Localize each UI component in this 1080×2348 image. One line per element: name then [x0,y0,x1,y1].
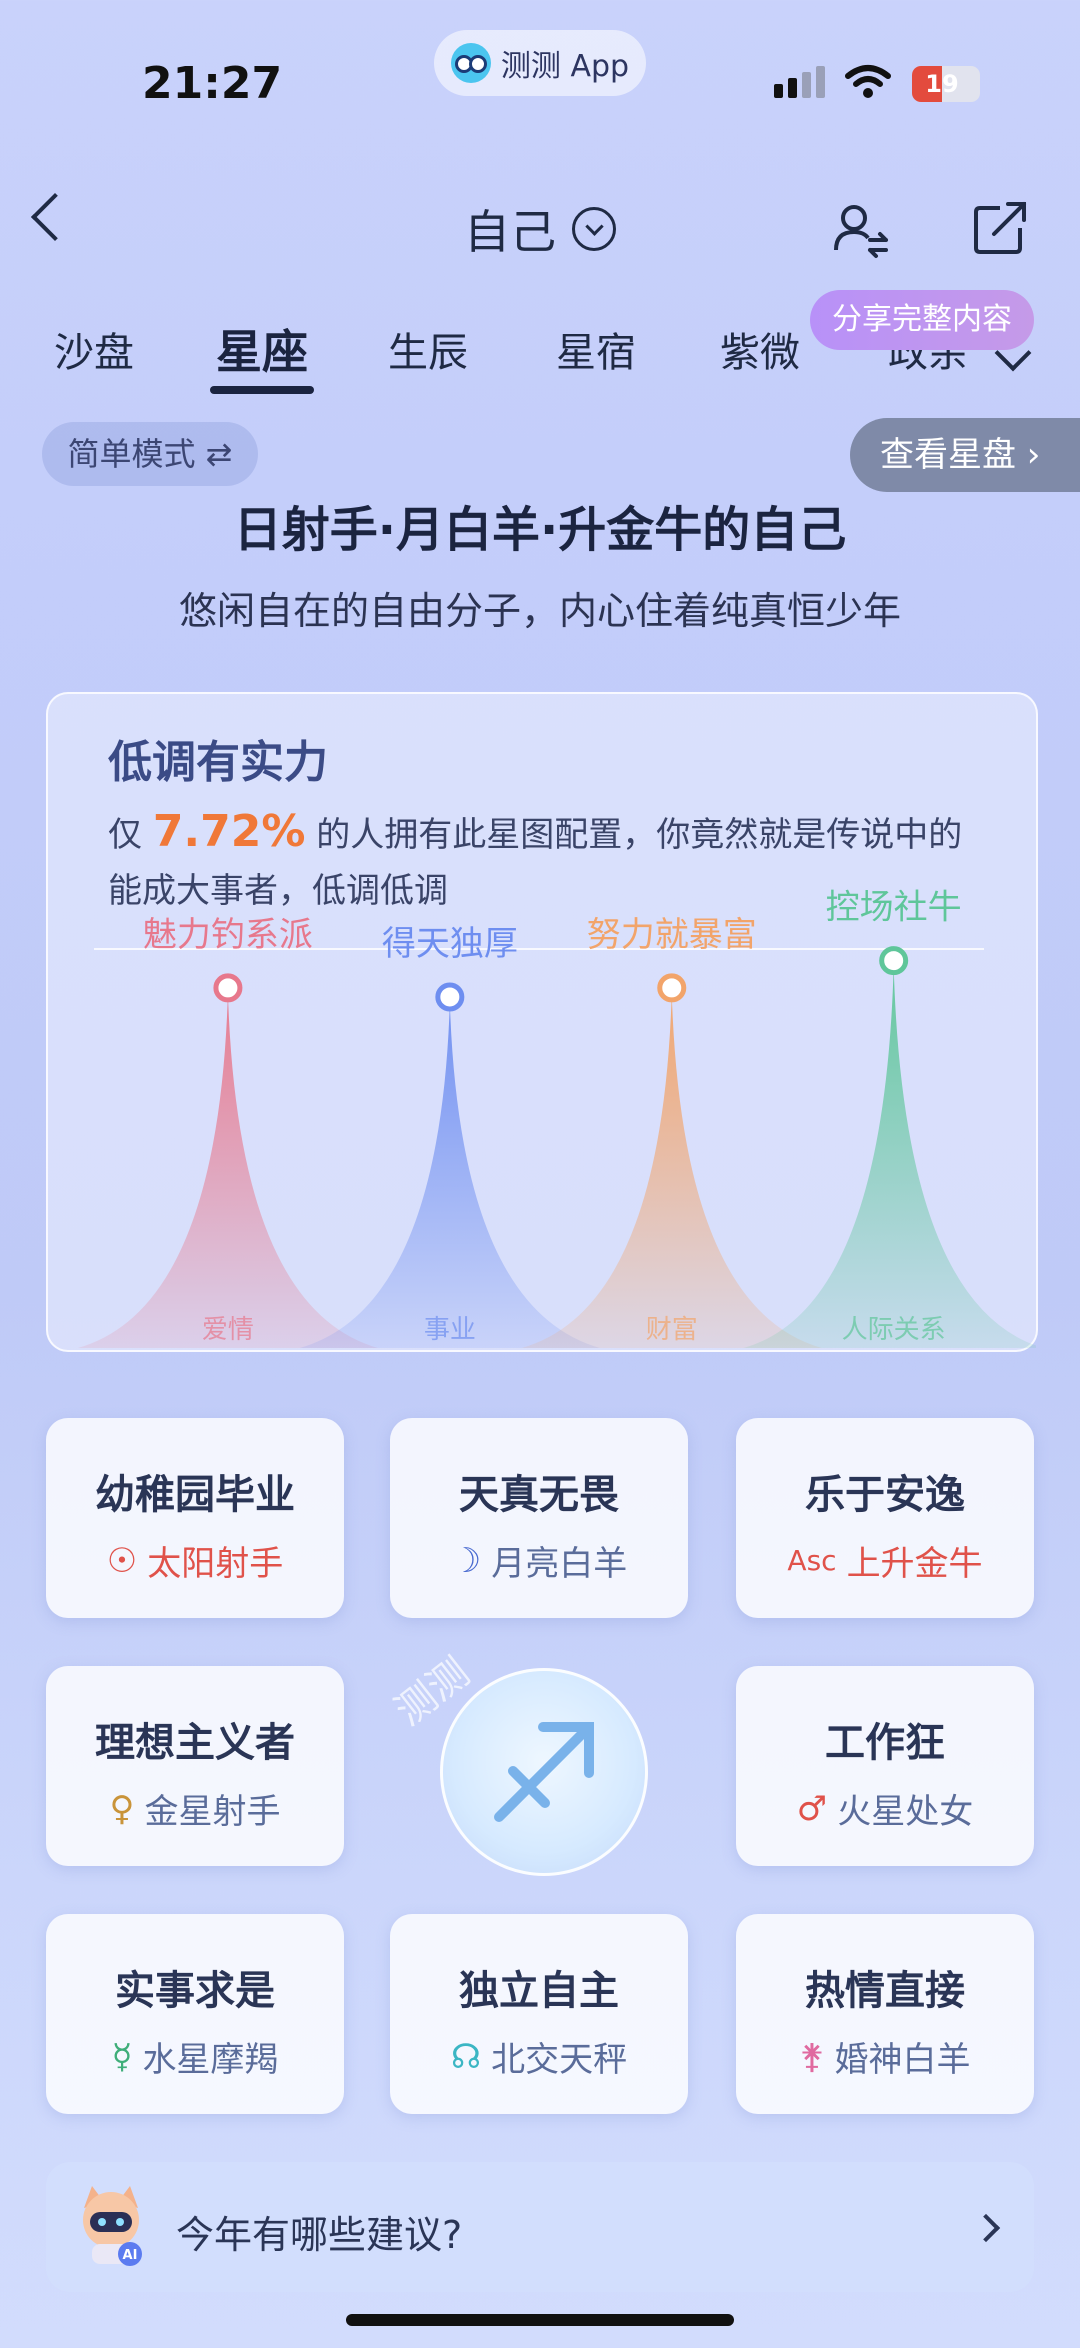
share-icon[interactable] [970,198,1030,258]
trait-placement-label: 北交天秤 [491,2040,628,2080]
summary-card: 低调有实力 仅 7.72% 的人拥有此星图配置，你竟然就是传说中的能成大事者，低… [46,692,1038,1352]
moon-icon: ☽ [450,1540,482,1581]
app-pill[interactable]: 测测 App [434,30,646,96]
chevron-right-icon [971,2213,1001,2243]
tab-sandbox[interactable]: 沙盘 [54,320,134,378]
wifi-icon [845,65,891,98]
peak-label-2: 努力就暴富 [587,915,757,955]
trait-juno-tile[interactable]: 热情直接 ⚵ 婚神白羊 [736,1914,1034,2114]
peak-3 [743,966,1036,1348]
status-time: 21:27 [142,58,283,109]
trait-placement: ☊ 北交天秤 [390,2032,688,2081]
trait-placement-label: 婚神白羊 [834,2040,971,2080]
trait-title: 天真无畏 [459,1472,619,1518]
profile-selector[interactable]: 自己 [0,196,1080,262]
peak-label-3: 控场社牛 [826,888,962,928]
category-label-0: 爱情 [202,1315,254,1345]
category-label-1: 事业 [424,1315,476,1345]
peak-label-0: 魅力钓系派 [143,915,313,955]
trait-title: 理想主义者 [95,1720,295,1766]
page-title: 自己 [464,205,556,259]
trait-placement: ☽ 月亮白羊 [390,1536,688,1585]
trait-placement: ♂ 火星处女 [736,1784,1034,1833]
peak-0 [77,993,378,1348]
trait-placement: Asc 上升金牛 [736,1536,1034,1585]
trait-placement: ⚵ 婚神白羊 [736,2032,1034,2081]
venus-icon: ♀ [109,1788,135,1829]
battery-level: 19 [925,70,959,98]
chevron-down-icon [572,207,616,251]
trait-title: 实事求是 [115,1968,275,2014]
trait-title: 独立自主 [459,1968,619,2014]
peak-marker-0 [213,973,243,1003]
trait-placement-label: 上升金牛 [846,1544,983,1584]
trait-title: 乐于安逸 [805,1472,965,1518]
ask-question-text: 今年有哪些建议? [176,2213,463,2257]
ascendant-icon: Asc [787,1544,837,1577]
sagittarius-icon [440,1668,648,1876]
ask-suggestion-bar[interactable]: AI 今年有哪些建议? [46,2162,1034,2292]
tab-ziwei[interactable]: 紫微 [720,320,800,378]
juno-icon: ⚵ [799,2036,825,2077]
simple-mode-toggle[interactable]: 简单模式 ⇄ [42,422,258,486]
trait-title: 工作狂 [825,1720,945,1766]
peak-2 [521,993,822,1348]
trait-placement-label: 水星摩羯 [142,2040,279,2080]
trait-placement: ♀ 金星射手 [46,1784,344,1833]
mercury-icon: ☿ [111,2036,133,2077]
trait-venus-tile[interactable]: 理想主义者 ♀ 金星射手 [46,1666,344,1866]
home-indicator[interactable] [346,2314,734,2326]
robot-ai-icon: AI [83,2186,142,2266]
fortune-peaks-chart: 魅力钓系派爱情 得天独厚事业 努力就暴富财富 控场社牛人际关系 [77,888,1036,1348]
owl-logo-icon [450,43,491,83]
trait-title: 热情直接 [805,1968,965,2014]
switch-user-icon[interactable] [830,200,890,260]
peak-1 [299,1002,600,1348]
category-label-2: 财富 [646,1315,698,1345]
peak-marker-2 [657,973,687,1003]
subheadline: 悠闲自在的自由分子，内心住着纯真恒少年 [178,589,901,633]
trait-north-node-tile[interactable]: 独立自主 ☊ 北交天秤 [390,1914,688,2114]
trait-placement-label: 金星射手 [144,1792,281,1832]
trait-mars-tile[interactable]: 工作狂 ♂ 火星处女 [736,1666,1034,1866]
app-pill-label: 测测 App [500,49,630,84]
trait-mercury-tile[interactable]: 实事求是 ☿ 水星摩羯 [46,1914,344,2114]
tab-active-underline [210,386,314,394]
mars-icon: ♂ [796,1788,828,1829]
category-label-3: 人际关系 [842,1315,946,1345]
trait-placement-label: 火星处女 [837,1792,974,1832]
tab-zodiac[interactable]: 星座 [216,316,308,382]
north-node-icon: ☊ [450,2036,482,2077]
sun-icon: ☉ [106,1540,138,1581]
trait-ascendant-tile[interactable]: 乐于安逸 Asc 上升金牛 [736,1418,1034,1618]
trait-placement-label: 月亮白羊 [491,1544,628,1584]
share-tooltip[interactable]: 分享完整内容 [810,290,1034,350]
trait-placement: ☉ 太阳射手 [46,1536,344,1585]
cellular-signal-icon [774,66,825,98]
peak-marker-3 [879,946,909,976]
peak-marker-1 [435,982,465,1012]
ai-badge: AI [123,2248,138,2263]
trait-moon-tile[interactable]: 天真无畏 ☽ 月亮白羊 [390,1418,688,1618]
tab-lunar-mansion[interactable]: 星宿 [556,320,636,378]
trait-placement: ☿ 水星摩羯 [46,2032,344,2081]
trait-placement-label: 太阳射手 [147,1544,284,1584]
battery-icon: 19 [912,66,980,102]
trait-title: 幼稚园毕业 [95,1472,295,1518]
tab-birth-time[interactable]: 生辰 [388,320,468,378]
page: 21:27 测测 App 19 自己 沙盘 星座 生辰 星宿 紫微 政余 分享完… [0,0,1080,2348]
trait-sun-tile[interactable]: 幼稚园毕业 ☉ 太阳射手 [46,1418,344,1618]
peak-label-1: 得天独厚 [382,924,518,964]
view-chart-button[interactable]: 查看星盘 › [850,418,1080,492]
headline: 日射手·月白羊·升金牛的自己 [233,502,847,558]
